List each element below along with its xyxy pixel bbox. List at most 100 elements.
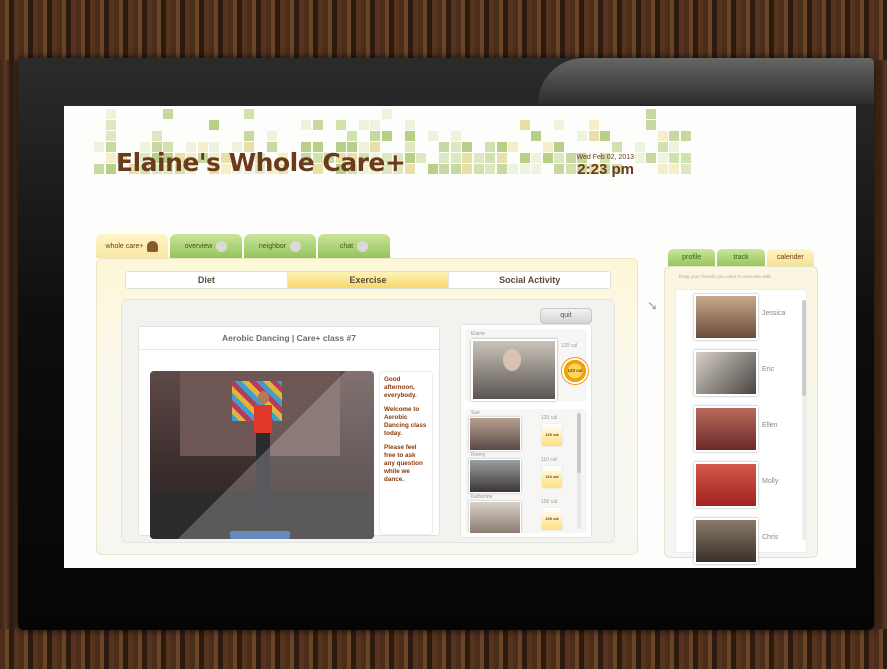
mosaic-tile xyxy=(485,153,495,163)
tv-frame: Elaine's Whole Care+ Wed Feb 02, 2013 2:… xyxy=(18,58,874,630)
tv-gloss xyxy=(538,58,874,104)
friend-name: Molly xyxy=(762,478,779,485)
self-photo xyxy=(471,339,557,401)
mosaic-tile xyxy=(577,131,587,141)
mosaic-tile xyxy=(669,142,679,152)
friend-item[interactable]: Molly xyxy=(694,462,798,508)
mosaic-tile xyxy=(473,153,484,163)
class-title: Aerobic Dancing | Care+ class #7 xyxy=(139,327,439,350)
mosaic-tile xyxy=(381,131,392,141)
friend-photo xyxy=(694,518,758,564)
app-title: Elaine's Whole Care+ xyxy=(116,148,406,177)
mosaic-tile xyxy=(646,153,656,163)
friends-scrollbar[interactable] xyxy=(802,300,806,540)
friend-item[interactable]: Chris xyxy=(694,518,798,564)
mosaic-tile xyxy=(496,142,507,152)
tab-track[interactable]: track xyxy=(717,249,765,267)
tab-profile[interactable]: profile xyxy=(668,249,716,267)
mosaic-tile xyxy=(243,109,254,119)
mosaic-tile xyxy=(634,142,645,152)
clock: Wed Feb 02, 2013 2:23 pm xyxy=(564,154,634,178)
participants-scrollbar[interactable] xyxy=(577,413,581,529)
mosaic-tile xyxy=(370,120,380,130)
mosaic-tile xyxy=(554,120,564,130)
tab-neighbor[interactable]: neighbor xyxy=(244,234,316,258)
mosaic-tile xyxy=(358,120,369,130)
friend-item[interactable]: Ellen xyxy=(694,406,798,452)
mosaic-tile xyxy=(105,164,116,174)
class-video[interactable] xyxy=(150,371,374,539)
mosaic-tile xyxy=(450,142,461,152)
mosaic-tile xyxy=(519,153,530,163)
tab-calender[interactable]: calender xyxy=(766,249,814,267)
mosaic-tile xyxy=(634,153,645,163)
mosaic-tile xyxy=(404,153,415,163)
participant-card[interactable]: Sue 120 cal 120 cal xyxy=(467,409,571,451)
participant-card[interactable]: Ronny 110 cal 110 cal xyxy=(467,451,571,493)
wood-background-bottom xyxy=(0,629,887,669)
calorie-label: 100 cal xyxy=(541,499,558,505)
mosaic-tile xyxy=(347,131,357,141)
mosaic-tile xyxy=(646,120,656,130)
tab-label: neighbor xyxy=(258,242,287,250)
friend-item[interactable]: Eric xyxy=(694,350,798,396)
quit-button[interactable]: quit xyxy=(540,308,592,324)
friend-item[interactable]: Jessica xyxy=(694,294,798,340)
friend-photo xyxy=(694,294,758,340)
mosaic-tile xyxy=(531,153,541,163)
mosaic-tile xyxy=(611,142,622,152)
mosaic-tile xyxy=(542,153,553,163)
mosaic-tile xyxy=(312,120,323,130)
mosaic-tile xyxy=(105,142,116,152)
participant-card[interactable]: Katherine 100 cal 100 cal xyxy=(467,493,571,533)
tab-social-activity[interactable]: Social Activity xyxy=(449,272,610,288)
main-panel: Diet Exercise Social Activity quit Aerob… xyxy=(96,258,638,555)
class-card: Aerobic Dancing | Care+ class #7 Good af… xyxy=(138,326,440,539)
mosaic-tile xyxy=(680,153,691,163)
tab-whole-care[interactable]: whole care+ xyxy=(96,234,168,258)
friend-photo xyxy=(694,462,758,508)
tab-exercise[interactable]: Exercise xyxy=(287,272,450,288)
drag-arrow-icon: ➘ xyxy=(647,298,658,313)
mosaic-tile xyxy=(588,131,599,141)
mosaic-tile xyxy=(266,131,277,141)
mosaic-tile xyxy=(669,153,679,163)
participant-name: Sue xyxy=(471,410,480,416)
mosaic-tile xyxy=(508,164,518,174)
mosaic-tile xyxy=(657,142,668,152)
mosaic-tile xyxy=(680,164,691,174)
mosaic-tile xyxy=(450,153,461,163)
self-card: Elaine 120 cal 120 cal xyxy=(465,329,589,401)
mosaic-tile xyxy=(554,164,564,174)
mosaic-tile xyxy=(485,164,495,174)
calorie-gauge-icon: 120 cal xyxy=(541,423,563,447)
mosaic-tile xyxy=(163,109,173,119)
mosaic-tile xyxy=(439,164,449,174)
mosaic-tile xyxy=(416,153,426,163)
mosaic-tile xyxy=(473,164,484,174)
video-glare xyxy=(150,371,374,539)
exercise-content: quit Aerobic Dancing | Care+ class #7 Go… xyxy=(121,299,615,543)
mosaic-tile xyxy=(404,164,415,174)
mosaic-tile xyxy=(439,142,449,152)
mosaic-tile xyxy=(450,131,461,141)
tab-chat[interactable]: chat xyxy=(318,234,390,258)
mosaic-tile xyxy=(404,142,415,152)
tab-overview[interactable]: overview xyxy=(170,234,242,258)
mosaic-tile xyxy=(519,120,530,130)
mosaic-tile xyxy=(105,109,116,119)
mosaic-tile xyxy=(439,153,449,163)
tab-label: chat xyxy=(339,242,354,250)
mosaic-tile xyxy=(657,131,668,141)
participant-name: Ronny xyxy=(471,452,486,458)
mosaic-tile xyxy=(404,131,415,141)
tab-diet[interactable]: Diet xyxy=(126,272,288,288)
mosaic-tile xyxy=(531,131,541,141)
mosaic-tile xyxy=(335,120,346,130)
mosaic-tile xyxy=(370,131,380,141)
mosaic-tile xyxy=(427,164,438,174)
mosaic-tile xyxy=(531,164,541,174)
scroll-thumb[interactable] xyxy=(802,300,806,396)
mosaic-tile xyxy=(646,109,656,119)
scroll-thumb[interactable] xyxy=(577,413,581,473)
